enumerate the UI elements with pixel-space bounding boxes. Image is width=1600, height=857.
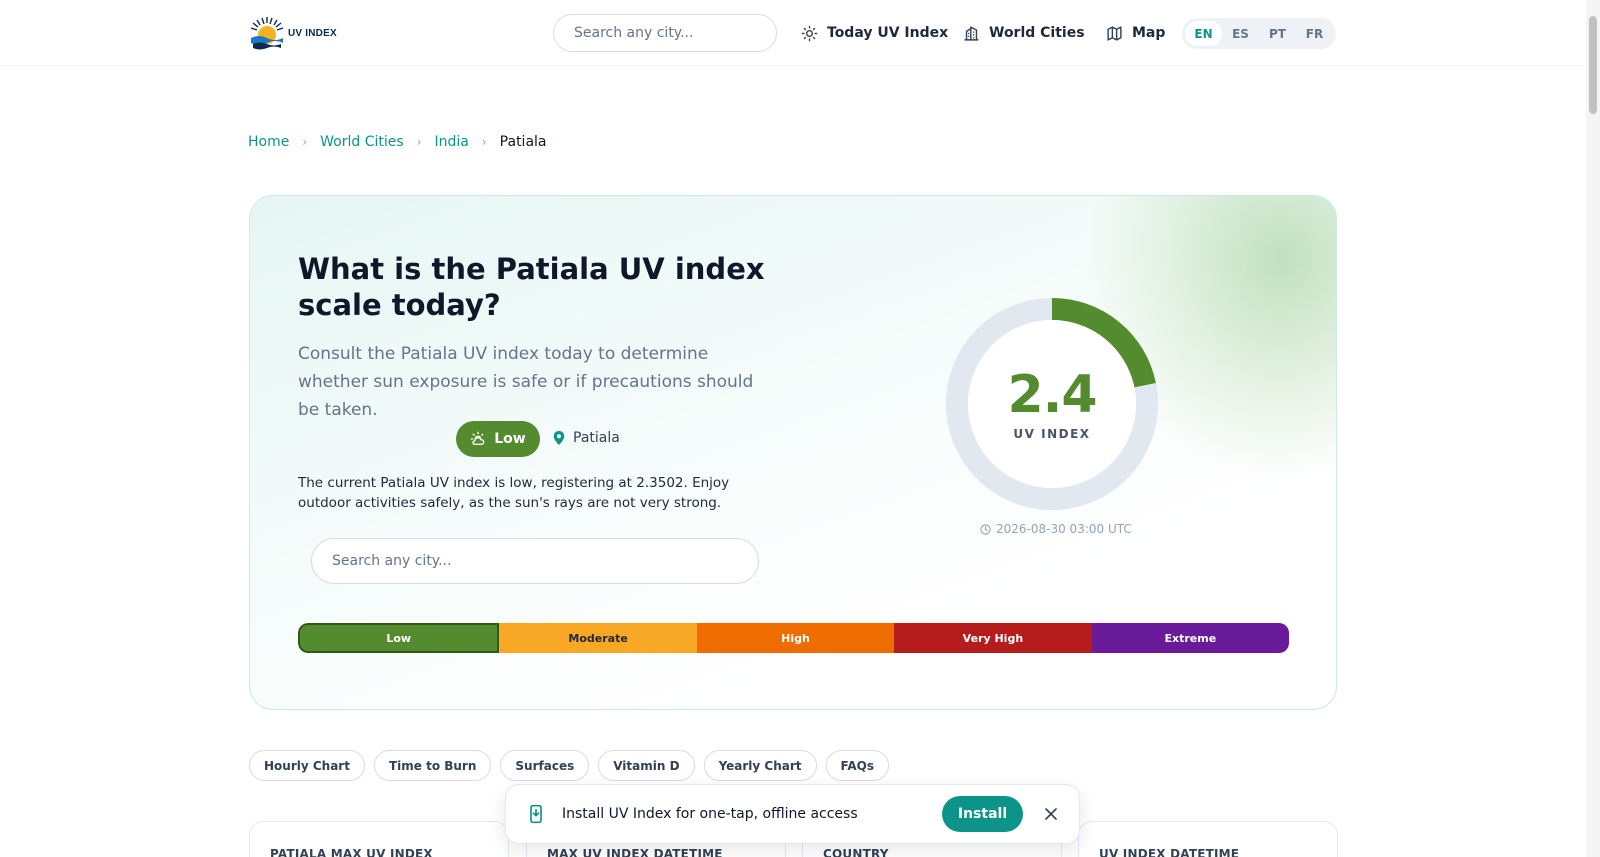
uv-timestamp: 2026-08-30 03:00 UTC (980, 522, 1132, 536)
pill-faqs[interactable]: FAQs (825, 750, 889, 781)
chevron-right-icon: › (302, 135, 308, 149)
chevron-right-icon: › (416, 135, 422, 149)
sun-cloud-icon (470, 431, 485, 445)
stat-card-max-uv: PATIALA MAX UV INDEX (249, 821, 509, 857)
nav-world-cities[interactable]: World Cities (963, 20, 1085, 46)
site-header: UV INDEX Search any city... Today UV Ind… (0, 0, 1586, 66)
nav-map-label: Map (1132, 25, 1166, 41)
close-icon[interactable] (1041, 804, 1061, 824)
location-tag: Patiala (553, 430, 620, 446)
pill-yearly-chart[interactable]: Yearly Chart (703, 750, 817, 781)
stat-card-uv-datetime: UV INDEX DATETIME (1078, 821, 1338, 857)
pill-vitamin-d[interactable]: Vitamin D (598, 750, 695, 781)
stat-card-label: PATIALA MAX UV INDEX (270, 847, 433, 857)
scale-low: Low (298, 623, 500, 653)
gauge-center: 2.4 UV INDEX (968, 320, 1136, 488)
scale-extreme: Extreme (1091, 623, 1289, 653)
clock-icon (980, 523, 991, 535)
hero-search-input[interactable]: Search any city... (311, 538, 759, 584)
uv-value: 2.4 (1007, 365, 1097, 425)
pill-hourly-chart[interactable]: Hourly Chart (249, 750, 365, 781)
hero-card: What is the Patiala UV index scale today… (249, 195, 1337, 710)
phone-download-icon (530, 804, 542, 824)
chevron-right-icon: › (481, 135, 487, 149)
uv-index-label: UV INDEX (1013, 427, 1091, 441)
breadcrumb-world-cities[interactable]: World Cities (320, 134, 404, 150)
breadcrumb-home[interactable]: Home (248, 134, 289, 150)
header-search-input[interactable]: Search any city... (553, 14, 777, 52)
install-banner: Install UV Index for one-tap, offline ac… (505, 784, 1080, 844)
install-button[interactable]: Install (942, 796, 1023, 832)
uv-level-label: Low (494, 431, 526, 447)
page-scrollbar[interactable] (1586, 0, 1600, 857)
lang-en[interactable]: EN (1185, 21, 1222, 46)
scale-moderate: Moderate (499, 623, 697, 653)
uv-gauge: 2.4 UV INDEX (946, 298, 1158, 510)
page-title: What is the Patiala UV index scale today… (298, 252, 765, 322)
location-pin-icon (553, 431, 565, 445)
scrollbar-thumb[interactable] (1589, 16, 1597, 114)
hero-subtitle: Consult the Patiala UV index today to de… (298, 344, 754, 420)
timestamp-text: 2026-08-30 03:00 UTC (996, 522, 1132, 536)
nav-map[interactable]: Map (1106, 20, 1165, 46)
logo-text: UV INDEX (288, 27, 337, 39)
lang-pt[interactable]: PT (1259, 21, 1296, 46)
map-icon (1107, 25, 1122, 41)
uv-scale-bar: Low Moderate High Very High Extreme (298, 623, 1289, 653)
uv-description: The current Patiala UV index is low, reg… (298, 475, 730, 511)
sun-icon (801, 25, 818, 41)
stat-card-label: COUNTRY (823, 847, 889, 857)
nav-world-cities-label: World Cities (989, 25, 1085, 41)
uv-level-badge: Low (456, 421, 540, 457)
logo-sun-icon (248, 14, 286, 52)
stat-card-label: UV INDEX DATETIME (1099, 847, 1240, 857)
location-name: Patiala (573, 430, 620, 446)
install-text: Install UV Index for one-tap, offline ac… (562, 806, 858, 822)
pill-surfaces[interactable]: Surfaces (500, 750, 590, 781)
pill-time-to-burn[interactable]: Time to Burn (373, 750, 492, 781)
scale-very-high: Very High (894, 623, 1092, 653)
breadcrumb-india[interactable]: India (435, 134, 469, 150)
lang-es[interactable]: ES (1222, 21, 1259, 46)
logo[interactable]: UV INDEX (248, 14, 340, 52)
section-nav: Hourly Chart Time to Burn Surfaces Vitam… (249, 750, 898, 781)
language-switcher: EN ES PT FR (1182, 18, 1336, 49)
nav-today-uv-index[interactable]: Today UV Index (801, 20, 948, 46)
stat-card-label: MAX UV INDEX DATETIME (547, 847, 723, 857)
nav-today-label: Today UV Index (827, 25, 949, 41)
lang-fr[interactable]: FR (1296, 21, 1333, 46)
breadcrumb-current: Patiala (499, 134, 547, 150)
city-icon (964, 25, 979, 41)
breadcrumb: Home › World Cities › India › Patiala (248, 132, 547, 152)
scale-high: High (696, 623, 895, 653)
